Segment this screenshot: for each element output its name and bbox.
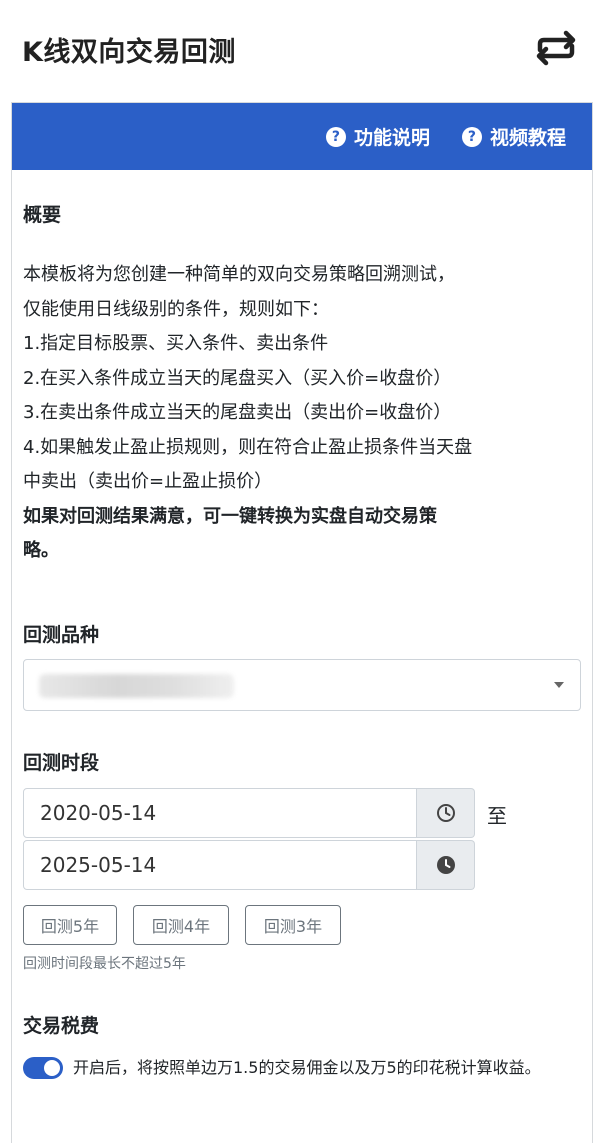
panel-header: ? 功能说明 ? 视频教程 [12, 103, 592, 170]
question-circle-icon: ? [461, 126, 482, 147]
feature-guide-label: 功能说明 [353, 127, 430, 149]
variety-title: 回测品种 [23, 624, 100, 646]
overview-description: 本模板将为您创建一种简单的双向交易策略回溯测试， 仅能使用日线级别的条件，规则如… [23, 258, 563, 569]
period-title: 回测时段 [23, 752, 100, 774]
desc-line: 仅能使用日线级别的条件，规则如下： [23, 298, 329, 320]
desc-line: 本模板将为您创建一种简单的双向交易策略回溯测试， [23, 264, 455, 285]
feature-guide-link[interactable]: ? 功能说明 [325, 123, 430, 150]
app-header: K线双向交易回测 [0, 0, 600, 100]
clock-solid-icon [436, 856, 455, 874]
start-date-input[interactable] [23, 788, 417, 838]
end-date-group [23, 840, 475, 890]
swap-arrows-icon[interactable] [532, 28, 580, 68]
video-tutorial-label: 视频教程 [489, 127, 566, 149]
desc-emphasis: 略。 [23, 540, 59, 561]
clock-outline-icon [436, 804, 455, 822]
page-title: K线双向交易回测 [22, 37, 236, 68]
question-circle-icon: ? [325, 126, 346, 147]
backtest-3y-button[interactable]: 回测3年 [245, 905, 341, 945]
to-label: 至 [487, 804, 507, 828]
end-date-input[interactable] [23, 840, 417, 890]
desc-line: 2.在买入条件成立当天的尾盘买入（买入价=收盘价） [23, 367, 452, 389]
desc-line: 1.指定目标股票、买入条件、卖出条件 [23, 333, 329, 354]
desc-line: 中卖出（卖出价=止盈止损价） [23, 471, 273, 492]
start-clock-button[interactable] [417, 788, 475, 838]
backtest-5y-button[interactable]: 回测5年 [23, 905, 117, 945]
desc-line: 3.在卖出条件成立当天的尾盘卖出（卖出价=收盘价） [23, 402, 452, 423]
overview-title: 概要 [23, 204, 62, 226]
variety-select[interactable] [23, 659, 581, 711]
video-tutorial-link[interactable]: ? 视频教程 [461, 123, 566, 150]
strategy-panel: ? 功能说明 ? 视频教程 概要 本模板将为您创建一种简单的双向交易策略回溯测试… [11, 102, 593, 1143]
tax-description: 开启后，将按照单边万1.5的交易佣金以及万5的印花税计算收益。 [73, 1058, 541, 1077]
desc-emphasis: 如果对回测结果满意，可一键转换为实盘自动交易策 [23, 505, 437, 527]
start-date-group [23, 788, 475, 838]
redacted-value [39, 674, 234, 698]
tax-toggle[interactable] [23, 1057, 63, 1079]
chevron-down-icon [554, 682, 564, 688]
tax-title: 交易税费 [23, 1015, 100, 1037]
backtest-4y-button[interactable]: 回测4年 [133, 905, 229, 945]
end-clock-button[interactable] [417, 840, 475, 890]
toggle-knob [44, 1060, 60, 1076]
desc-line: 4.如果触发止盈止损规则，则在符合止盈止损条件当天盘 [23, 436, 473, 458]
period-hint: 回测时间段最长不超过5年 [23, 956, 186, 972]
